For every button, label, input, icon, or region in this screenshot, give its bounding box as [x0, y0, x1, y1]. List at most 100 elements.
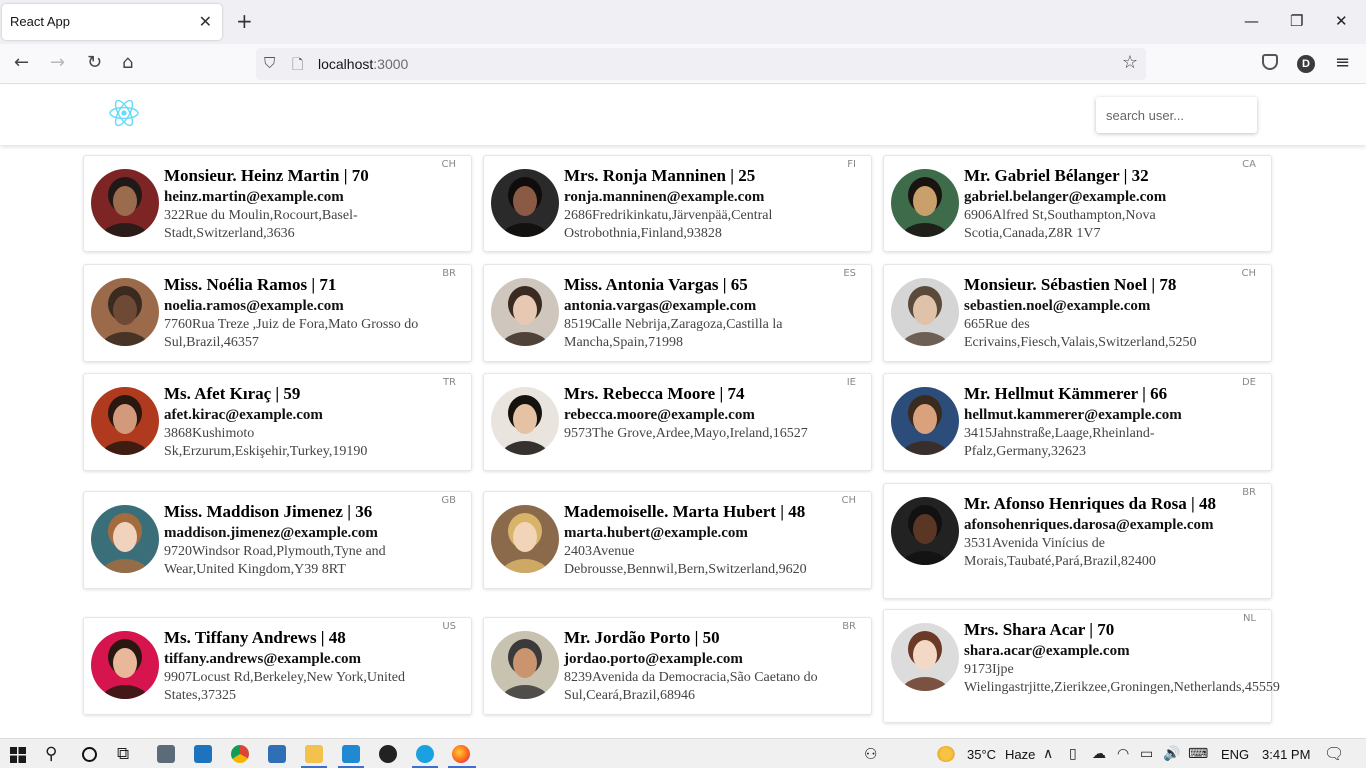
minimize-icon[interactable]: —: [1244, 12, 1259, 30]
user-email: maddison.jimenez@example.com: [164, 525, 378, 541]
user-card[interactable]: CA Mr. Gabriel Bélanger | 32 gabriel.belan…: [883, 155, 1272, 252]
user-email: tiffany.andrews@example.com: [164, 651, 361, 667]
reload-icon[interactable]: ↻: [87, 52, 102, 73]
windows-start-icon[interactable]: [10, 747, 26, 763]
keyboard-icon[interactable]: ⌨: [1188, 744, 1208, 764]
user-email: gabriel.belanger@example.com: [964, 189, 1167, 205]
user-avatar: [91, 631, 159, 699]
user-card[interactable]: IE Mrs. Rebecca Moore | 74 rebecca.moore@e…: [483, 373, 872, 471]
user-card[interactable]: BR Miss. Noélia Ramos | 71 noelia.ramos@ex…: [83, 264, 472, 362]
user-address: 322Rue du Moulin,Rocourt,Basel-Stadt,Swi…: [164, 208, 358, 241]
search-user-input[interactable]: [1096, 97, 1257, 133]
user-card[interactable]: CH Mademoiselle. Marta Hubert | 48 marta.h…: [483, 491, 872, 589]
user-avatar: [491, 505, 559, 573]
vscode-icon[interactable]: [342, 745, 360, 763]
user-name-age: Mademoiselle. Marta Hubert | 48: [564, 502, 806, 521]
shield-icon[interactable]: ⛉: [264, 54, 275, 72]
input-language[interactable]: ENG: [1221, 747, 1249, 762]
user-info: Mrs. Ronja Manninen | 25 ronja.manninen@e…: [564, 166, 859, 243]
back-icon[interactable]: ←: [14, 52, 29, 73]
user-card[interactable]: DE Mr. Hellmut Kämmerer | 66 hellmut.kamme…: [883, 373, 1272, 471]
device-icon[interactable]: ▯: [1069, 744, 1077, 764]
forward-icon[interactable]: →: [50, 52, 65, 73]
bookmark-star-icon[interactable]: ☆: [1122, 52, 1138, 73]
user-avatar: [891, 623, 959, 691]
clock-time[interactable]: 3:41 PM: [1262, 747, 1310, 762]
search-icon[interactable]: ⚲: [45, 744, 57, 764]
url-port: :3000: [373, 56, 409, 72]
people-icon[interactable]: ⚇: [864, 744, 877, 764]
weather-condition[interactable]: Haze: [1005, 747, 1035, 762]
user-avatar: [91, 278, 159, 346]
app-header: [0, 85, 1366, 145]
address-bar[interactable]: ⛉ 🗋 localhost:3000 ☆: [256, 48, 1146, 80]
edge-icon[interactable]: [416, 745, 434, 763]
url-text[interactable]: localhost:3000: [318, 56, 408, 72]
new-tab-icon[interactable]: +: [236, 10, 253, 32]
mail-icon[interactable]: [194, 745, 212, 763]
user-avatar: [891, 497, 959, 565]
user-name-age: Mr. Afonso Henriques da Rosa | 48: [964, 494, 1217, 513]
haze-weather-icon[interactable]: [937, 746, 955, 762]
hamburger-menu-icon[interactable]: ≡: [1335, 52, 1350, 73]
user-card[interactable]: US Ms. Tiffany Andrews | 48 tiffany.andrew…: [83, 617, 472, 715]
user-email: afet.kirac@example.com: [164, 407, 323, 423]
user-info: Mr. Jordão Porto | 50 jordao.porto@exampl…: [564, 628, 859, 705]
user-address: 2403Avenue Debrousse,Bennwil,Bern,Switze…: [564, 544, 807, 577]
calculator-icon[interactable]: [157, 745, 175, 763]
user-name-age: Mr. Jordão Porto | 50: [564, 628, 720, 647]
user-avatar: [91, 169, 159, 237]
user-email: ronja.manninen@example.com: [564, 189, 765, 205]
user-address: 9907Locust Rd,Berkeley,New York,United S…: [164, 670, 405, 703]
task-view-icon[interactable]: ⧉: [117, 744, 129, 764]
account-avatar[interactable]: D: [1297, 55, 1315, 73]
user-info: Ms. Tiffany Andrews | 48 tiffany.andrews@…: [164, 628, 459, 705]
close-tab-icon[interactable]: ✕: [199, 12, 212, 31]
weather-temperature[interactable]: 35°C: [967, 747, 996, 762]
store-icon[interactable]: [268, 745, 286, 763]
firefox-icon[interactable]: [452, 745, 470, 763]
pocket-icon[interactable]: [1262, 54, 1278, 70]
user-address: 7760Rua Treze ,Juiz de Fora,Mato Grosso …: [164, 317, 419, 350]
url-host: localhost: [318, 56, 374, 72]
user-address: 3415Jahnstraße,Laage,Rheinland-Pfalz,Ger…: [964, 426, 1155, 459]
user-card[interactable]: BR Mr. Afonso Henriques da Rosa | 48 afons…: [883, 483, 1272, 599]
volume-icon[interactable]: 🔊: [1163, 744, 1180, 764]
user-card[interactable]: CH Monsieur. Sébastien Noel | 78 sebastien…: [883, 264, 1272, 362]
user-name-age: Mrs. Ronja Manninen | 25: [564, 166, 756, 185]
user-avatar: [91, 505, 159, 573]
user-card[interactable]: BR Mr. Jordão Porto | 50 jordao.porto@exam…: [483, 617, 872, 715]
user-avatar: [491, 387, 559, 455]
react-logo-icon: [109, 99, 139, 127]
user-card[interactable]: NL Mrs. Shara Acar | 70 shara.acar@example…: [883, 609, 1280, 723]
user-name-age: Miss. Antonia Vargas | 65: [564, 275, 748, 294]
browser-tab[interactable]: React App ✕: [2, 4, 222, 40]
user-card[interactable]: GB Miss. Maddison Jimenez | 36 maddison.ji…: [83, 491, 472, 589]
user-name-age: Ms. Tiffany Andrews | 48: [164, 628, 346, 647]
user-avatar: [491, 278, 559, 346]
github-icon[interactable]: [379, 745, 397, 763]
onedrive-cloud-icon[interactable]: ☁: [1092, 744, 1106, 764]
battery-icon[interactable]: ▭: [1140, 744, 1153, 764]
user-card[interactable]: TR Ms. Afet Kıraç | 59 afet.kirac@example.…: [83, 373, 472, 471]
chrome-icon[interactable]: [231, 745, 249, 763]
user-address: 3531Avenida Vinícius de Morais,Taubaté,P…: [964, 536, 1156, 569]
wifi-icon[interactable]: ◠: [1117, 744, 1129, 764]
home-icon[interactable]: ⌂: [122, 52, 133, 73]
user-card[interactable]: ES Miss. Antonia Vargas | 65 antonia.varga…: [483, 264, 872, 362]
file-explorer-icon[interactable]: [305, 745, 323, 763]
restore-icon[interactable]: ❐: [1290, 12, 1303, 30]
user-info: Mrs. Shara Acar | 70 shara.acar@example.c…: [964, 620, 1280, 697]
user-card[interactable]: CH Monsieur. Heinz Martin | 70 heinz.marti…: [83, 155, 472, 252]
user-email: heinz.martin@example.com: [164, 189, 344, 205]
user-name-age: Mr. Hellmut Kämmerer | 66: [964, 384, 1168, 403]
close-window-icon[interactable]: ✕: [1335, 12, 1348, 30]
browser-tab-bar: React App ✕ + — ❐ ✕: [0, 0, 1366, 44]
user-email: shara.acar@example.com: [964, 643, 1130, 659]
cortana-icon[interactable]: [82, 747, 97, 762]
notification-center-icon[interactable]: 🗨: [1324, 744, 1344, 764]
user-card[interactable]: FI Mrs. Ronja Manninen | 25 ronja.manninen…: [483, 155, 872, 252]
chevron-up-icon[interactable]: ∧: [1043, 744, 1053, 764]
user-email: noelia.ramos@example.com: [164, 298, 344, 314]
windows-taskbar: ⚲ ⧉ ⚇ 35°C Haze ∧ ▯ ☁ ◠ ▭ 🔊 ⌨ ENG 3:41 P…: [0, 738, 1366, 768]
